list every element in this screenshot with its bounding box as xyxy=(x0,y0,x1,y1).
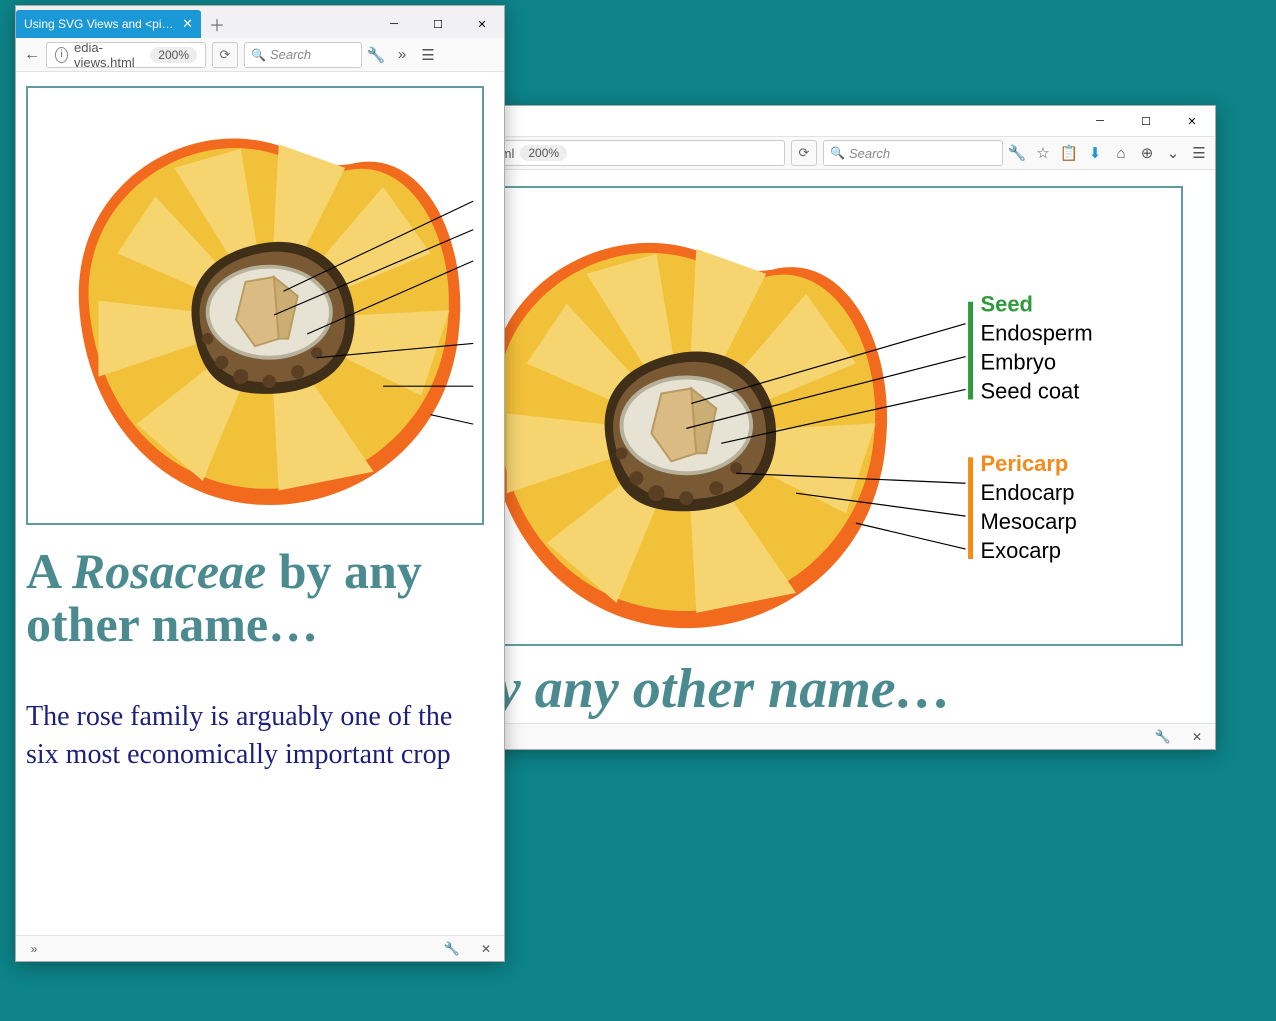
minimize-button[interactable]: ─ xyxy=(372,10,416,38)
overflow-icon[interactable]: » xyxy=(390,43,414,67)
content-front[interactable]: A Rosaceae by any other name… The rose f… xyxy=(16,72,504,935)
label-endosperm: Endosperm xyxy=(981,321,1093,346)
hamburger-menu-icon[interactable]: ☰ xyxy=(1187,141,1211,165)
tabbar-front: Using SVG Views and <picture> ✕ ＋ ─ ☐ ✕ xyxy=(16,6,504,38)
tab-close-icon[interactable]: ✕ xyxy=(182,16,193,32)
article-body: The rose family is arguably one of the s… xyxy=(26,698,484,774)
zoom-indicator[interactable]: 200% xyxy=(520,145,567,161)
search-input[interactable]: 🔍 Search xyxy=(823,140,1003,166)
devtools-icon[interactable]: 🔧 xyxy=(1005,141,1029,165)
label-mesocarp: Mesocarp xyxy=(981,509,1077,534)
statusbar-back: 🔧 ✕ xyxy=(419,723,1215,749)
back-button[interactable]: ← xyxy=(20,43,44,67)
info-icon[interactable]: i xyxy=(55,47,68,63)
addons-icon[interactable]: ⊕ xyxy=(1135,141,1159,165)
active-tab[interactable]: Using SVG Views and <picture> ✕ xyxy=(16,10,201,38)
close-panel-icon[interactable]: ✕ xyxy=(474,937,498,961)
figure-frame: Seed Endosperm Embryo Seed coat Pericarp… xyxy=(429,186,1183,646)
figure-frame xyxy=(26,86,484,525)
label-exocarp: Exocarp xyxy=(981,538,1061,563)
close-panel-icon[interactable]: ✕ xyxy=(1185,725,1209,749)
article-title-back: e by any other name… xyxy=(429,660,1183,719)
search-placeholder: Search xyxy=(270,47,311,62)
label-seed-heading: Seed xyxy=(981,292,1033,317)
peach-diagram-narrow xyxy=(32,92,478,519)
statusbar-front: » 🔧 ✕ xyxy=(16,935,504,961)
content-back: Seed Endosperm Embryo Seed coat Pericarp… xyxy=(419,170,1215,723)
bookmark-star-icon[interactable]: ☆ xyxy=(1031,141,1055,165)
toolbar-front: ← i edia-views.html 200% ⟳ 🔍 Search 🔧 » … xyxy=(16,38,504,72)
devtools-icon[interactable]: 🔧 xyxy=(364,43,388,67)
title-genus: Rosaceae xyxy=(72,543,266,599)
url-input[interactable]: i edia-views.html 200% xyxy=(46,42,206,68)
titlebar-back: ─ ☐ ✕ xyxy=(419,106,1215,136)
browser-window-front: Using SVG Views and <picture> ✕ ＋ ─ ☐ ✕ … xyxy=(15,5,505,962)
maximize-button[interactable]: ☐ xyxy=(1123,106,1169,136)
search-input[interactable]: 🔍 Search xyxy=(244,42,362,68)
label-seed-coat: Seed coat xyxy=(981,378,1080,403)
tab-label: Using SVG Views and <picture> xyxy=(24,17,176,31)
reload-button[interactable]: ⟳ xyxy=(212,42,238,68)
maximize-button[interactable]: ☐ xyxy=(416,10,460,38)
toolbar-back: dia-views.html 200% ⟳ 🔍 Search 🔧 ☆ 📋 ⬇ ⌂… xyxy=(419,136,1215,170)
url-text: edia-views.html xyxy=(74,42,144,68)
devtools-status-icon[interactable]: 🔧 xyxy=(1151,725,1175,749)
reload-button[interactable]: ⟳ xyxy=(791,140,817,166)
clipboard-icon[interactable]: 📋 xyxy=(1057,141,1081,165)
label-pericarp-heading: Pericarp xyxy=(981,451,1069,476)
browser-window-back: ─ ☐ ✕ dia-views.html 200% ⟳ 🔍 Search 🔧 ☆… xyxy=(418,105,1216,750)
article-title-front: A Rosaceae by any other name… xyxy=(26,545,484,650)
expand-icon[interactable]: » xyxy=(22,937,46,961)
label-embryo: Embryo xyxy=(981,350,1057,375)
downloads-icon[interactable]: ⬇ xyxy=(1083,141,1107,165)
title-genus-frag: e by any other name… xyxy=(429,658,952,720)
new-tab-button[interactable]: ＋ xyxy=(201,10,233,38)
close-button[interactable]: ✕ xyxy=(460,10,504,38)
label-endocarp: Endocarp xyxy=(981,480,1075,505)
hamburger-menu-icon[interactable]: ☰ xyxy=(416,43,440,67)
search-placeholder: Search xyxy=(849,146,890,161)
pocket-icon[interactable]: ⌄ xyxy=(1161,141,1185,165)
zoom-indicator[interactable]: 200% xyxy=(150,47,197,63)
minimize-button[interactable]: ─ xyxy=(1077,106,1123,136)
home-icon[interactable]: ⌂ xyxy=(1109,141,1133,165)
devtools-status-icon[interactable]: 🔧 xyxy=(440,937,464,961)
title-a: A xyxy=(26,543,72,599)
search-icon: 🔍 xyxy=(251,48,266,62)
close-button[interactable]: ✕ xyxy=(1169,106,1215,136)
peach-diagram-wide: Seed Endosperm Embryo Seed coat Pericarp… xyxy=(437,194,1175,638)
search-icon: 🔍 xyxy=(830,146,845,160)
